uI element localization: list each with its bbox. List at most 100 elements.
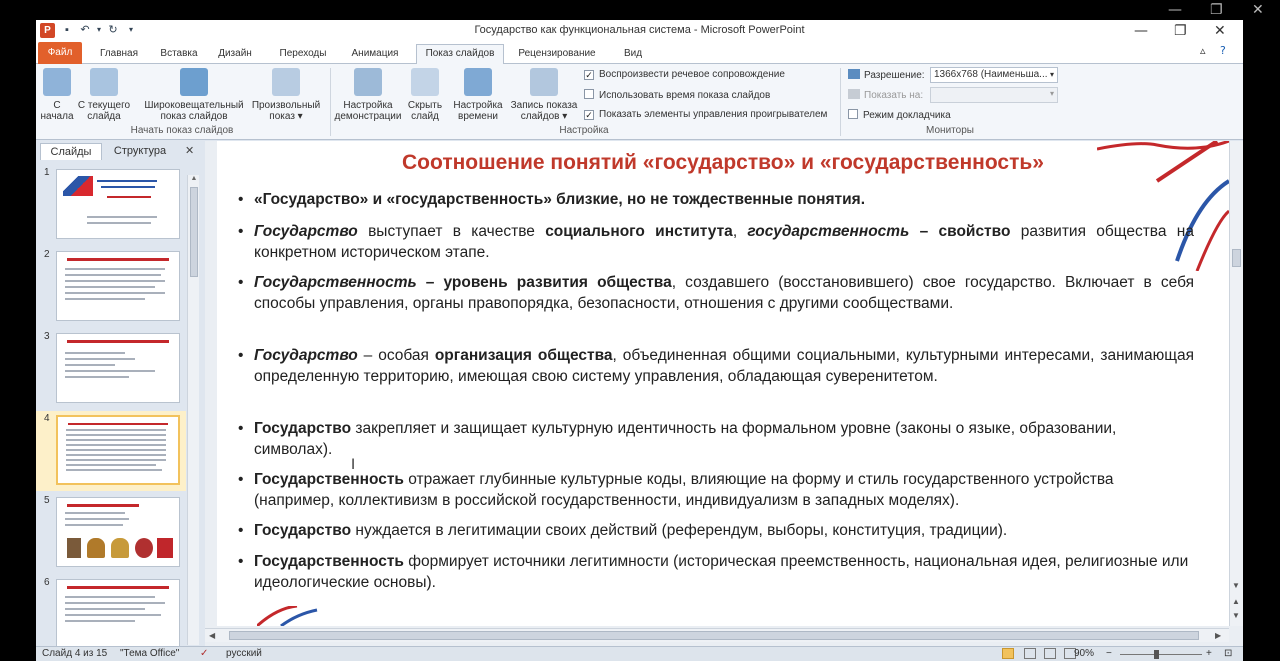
tab-animation[interactable]: Анимация: [344, 45, 406, 64]
fit-to-window-icon[interactable]: ⊡: [1224, 648, 1232, 659]
next-slide-icon[interactable]: ▼: [1232, 611, 1240, 620]
timer-icon: [464, 68, 492, 96]
slide-thumbnail-selected[interactable]: 4: [36, 411, 186, 491]
flag-graphic: [63, 176, 93, 196]
from-beginning-button[interactable]: С начала: [38, 68, 76, 122]
previous-slide-icon[interactable]: ▲: [1232, 597, 1240, 606]
zoom-in-icon[interactable]: +: [1206, 648, 1212, 659]
bullet-item: • Государство выступает в качестве социал…: [238, 223, 1194, 261]
bullet-item: • Государственность отражает глубинные ку…: [238, 471, 1114, 509]
zoom-level[interactable]: 90%: [1074, 648, 1094, 659]
outer-close-icon[interactable]: ✕: [1252, 2, 1264, 18]
current-slide-icon: [90, 68, 118, 96]
narration-checkbox[interactable]: ✓ Воспроизвести речевое сопровождение: [584, 69, 785, 80]
ribbon-separator: [330, 68, 331, 136]
custom-show-button[interactable]: Произвольный показ ▾: [248, 68, 324, 122]
scroll-up-icon[interactable]: ▲: [189, 175, 199, 185]
bullet-item: • Государственность – уровень развития об…: [238, 274, 1194, 312]
slide-thumbnail[interactable]: 6: [36, 575, 186, 655]
zoom-slider-thumb[interactable]: [1154, 650, 1159, 659]
presenter-view-checkbox[interactable]: Режим докладчика: [848, 109, 951, 121]
theme-name: "Тема Office": [120, 648, 180, 659]
slide-canvas[interactable]: Соотношение понятий «государство» и «гос…: [217, 141, 1229, 626]
normal-view-icon[interactable]: [1002, 648, 1014, 659]
scroll-down-icon[interactable]: ▼: [1232, 581, 1240, 590]
vertical-scrollbar[interactable]: ▼ ▲ ▼: [1229, 141, 1243, 626]
tab-view[interactable]: Вид: [616, 45, 650, 64]
rehearse-timings-button[interactable]: Настройка времени: [450, 68, 506, 122]
reading-view-icon[interactable]: [1044, 648, 1056, 659]
tab-insert[interactable]: Вставка: [154, 45, 204, 64]
help-icon[interactable]: ?: [1220, 44, 1226, 57]
broadcast-icon: [180, 68, 208, 96]
scroll-thumb[interactable]: [229, 631, 1199, 640]
resolution-dropdown[interactable]: 1366x768 (Наименьша... ▾: [930, 67, 1058, 83]
show-on-dropdown[interactable]: ▾: [930, 87, 1058, 103]
slide-thumbnail[interactable]: 5: [36, 493, 186, 573]
outer-frame-bar: — ❐ ✕: [0, 0, 1280, 20]
bullet-item: • Государственность формирует источники л…: [238, 553, 1189, 591]
chevron-down-icon: ▾: [1049, 89, 1054, 98]
language-indicator[interactable]: русский: [226, 648, 262, 659]
outer-minimize-icon[interactable]: —: [1168, 2, 1182, 18]
tab-slides[interactable]: Слайды: [40, 143, 102, 160]
record-show-button[interactable]: Запись показа слайдов ▾: [508, 68, 580, 122]
outer-restore-icon[interactable]: ❐: [1210, 2, 1223, 18]
tab-slideshow[interactable]: Показ слайдов: [416, 44, 504, 64]
resolution-label: Разрешение:: [848, 69, 925, 81]
broadcast-button[interactable]: Широковещательный показ слайдов: [140, 68, 248, 122]
scroll-thumb[interactable]: [1232, 249, 1241, 267]
slideshow-start-icon: [43, 68, 71, 96]
close-pane-icon[interactable]: ✕: [185, 144, 194, 157]
ribbon: С начала С текущего слайда Широковещател…: [36, 64, 1243, 140]
tab-home[interactable]: Главная: [92, 45, 146, 64]
horizontal-scrollbar[interactable]: ◀ ▶: [205, 628, 1229, 642]
slide-sorter-icon[interactable]: [1024, 648, 1036, 659]
use-timings-checkbox[interactable]: Использовать время показа слайдов: [584, 89, 770, 101]
minimize-ribbon-icon[interactable]: ▵: [1200, 44, 1206, 57]
zoom-out-icon[interactable]: −: [1106, 648, 1112, 659]
slide-thumbnail[interactable]: 2: [36, 247, 186, 327]
ribbon-separator: [840, 68, 841, 136]
setup-show-button[interactable]: Настройка демонстрации: [332, 68, 404, 122]
tab-transitions[interactable]: Переходы: [274, 45, 332, 64]
tab-design[interactable]: Дизайн: [212, 45, 258, 64]
scroll-left-icon[interactable]: ◀: [209, 631, 215, 640]
slide-counter: Слайд 4 из 15: [42, 648, 108, 659]
zoom-slider[interactable]: [1120, 654, 1202, 655]
monitor-icon: [848, 69, 860, 79]
window-title: Государство как функциональная система -…: [474, 24, 805, 36]
from-current-slide-button[interactable]: С текущего слайда: [76, 68, 132, 122]
media-controls-checkbox[interactable]: ✓ Показать элементы управления проигрыват…: [584, 109, 827, 120]
minimize-icon[interactable]: —: [1134, 23, 1148, 39]
monitor-icon: [848, 89, 860, 99]
thumbnails-scrollbar[interactable]: ▲: [187, 175, 199, 645]
scroll-right-icon[interactable]: ▶: [1215, 631, 1221, 640]
group-label-start: Начать показ слайдов: [130, 125, 234, 136]
tab-outline[interactable]: Структура: [104, 143, 176, 160]
slide-thumbnail[interactable]: 3: [36, 329, 186, 409]
bullet-item: • Государство нуждается в легитимации сво…: [238, 522, 1008, 539]
slide-thumbnail[interactable]: 1: [36, 165, 186, 245]
status-bar: Слайд 4 из 15 "Тема Office" ✓ русский 90…: [36, 646, 1243, 661]
slides-pane: Слайды Структура ✕ 1 2 3 4 5 6 ▲: [36, 141, 204, 649]
text-cursor-icon: I: [351, 457, 356, 473]
title-bar: P ▪ ↶ ▾ ↻ ▾ Государство как функциональн…: [36, 20, 1243, 42]
slide-title: Соотношение понятий «государство» и «гос…: [402, 151, 1044, 174]
close-icon[interactable]: ✕: [1214, 23, 1226, 39]
hide-slide-button[interactable]: Скрыть слайд: [404, 68, 446, 122]
setup-show-icon: [354, 68, 382, 96]
slide-editor: Соотношение понятий «государство» и «гос…: [205, 141, 1243, 646]
spellcheck-icon[interactable]: ✓: [200, 648, 208, 659]
chevron-down-icon: ▾: [1049, 70, 1054, 79]
custom-show-icon: [272, 68, 300, 96]
bullet-item: • Государство закрепляет и защищает культ…: [238, 420, 1117, 458]
tab-review[interactable]: Рецензирование: [512, 45, 602, 64]
group-label-monitors: Мониторы: [926, 125, 974, 136]
hide-slide-icon: [411, 68, 439, 96]
group-label-setup: Настройка: [559, 125, 609, 136]
bullet-item: • Государство – особая организация общест…: [238, 347, 1194, 385]
restore-icon[interactable]: ❐: [1174, 23, 1187, 39]
tab-file[interactable]: Файл: [38, 42, 82, 64]
scroll-thumb[interactable]: [190, 187, 198, 277]
